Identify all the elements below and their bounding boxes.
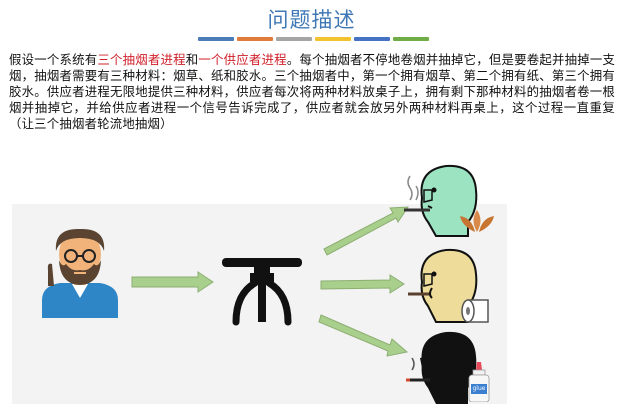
color-bar-segment (315, 37, 351, 41)
flow-arrows (131, 206, 409, 357)
problem-description: 假设一个系统有三个抽烟者进程和一个供应者进程。每个抽烟者不停地卷烟并抽掉它，但是… (9, 52, 615, 132)
paper-roll-icon (461, 299, 489, 323)
arrow-table-to-smoker3 (318, 314, 409, 357)
arrow-table-to-smoker1 (323, 206, 409, 256)
tobacco-leaf-icon (460, 210, 494, 232)
arrow-supplier-to-table (131, 271, 214, 293)
glue-bottle-icon: glue (468, 362, 490, 403)
supplier-person-icon (42, 228, 118, 318)
color-bar-segment (276, 37, 312, 41)
color-bar-segment (354, 37, 390, 41)
glue-bottle-shape (468, 362, 490, 403)
highlight-smokers: 三个抽烟者进程 (97, 52, 186, 67)
title-color-bar (198, 37, 429, 41)
highlight-supplier: 一个供应者进程 (198, 52, 287, 67)
color-bar-segment (198, 37, 234, 41)
slide-title: 问题描述 (267, 8, 356, 32)
glue-label: glue (472, 385, 486, 392)
color-bar-segment (237, 37, 273, 41)
desc-text: 和 (185, 52, 199, 67)
color-bar-segment (393, 37, 429, 41)
arrow-table-to-smoker2 (320, 274, 405, 294)
desc-text: 假设一个系统有 (9, 52, 98, 67)
